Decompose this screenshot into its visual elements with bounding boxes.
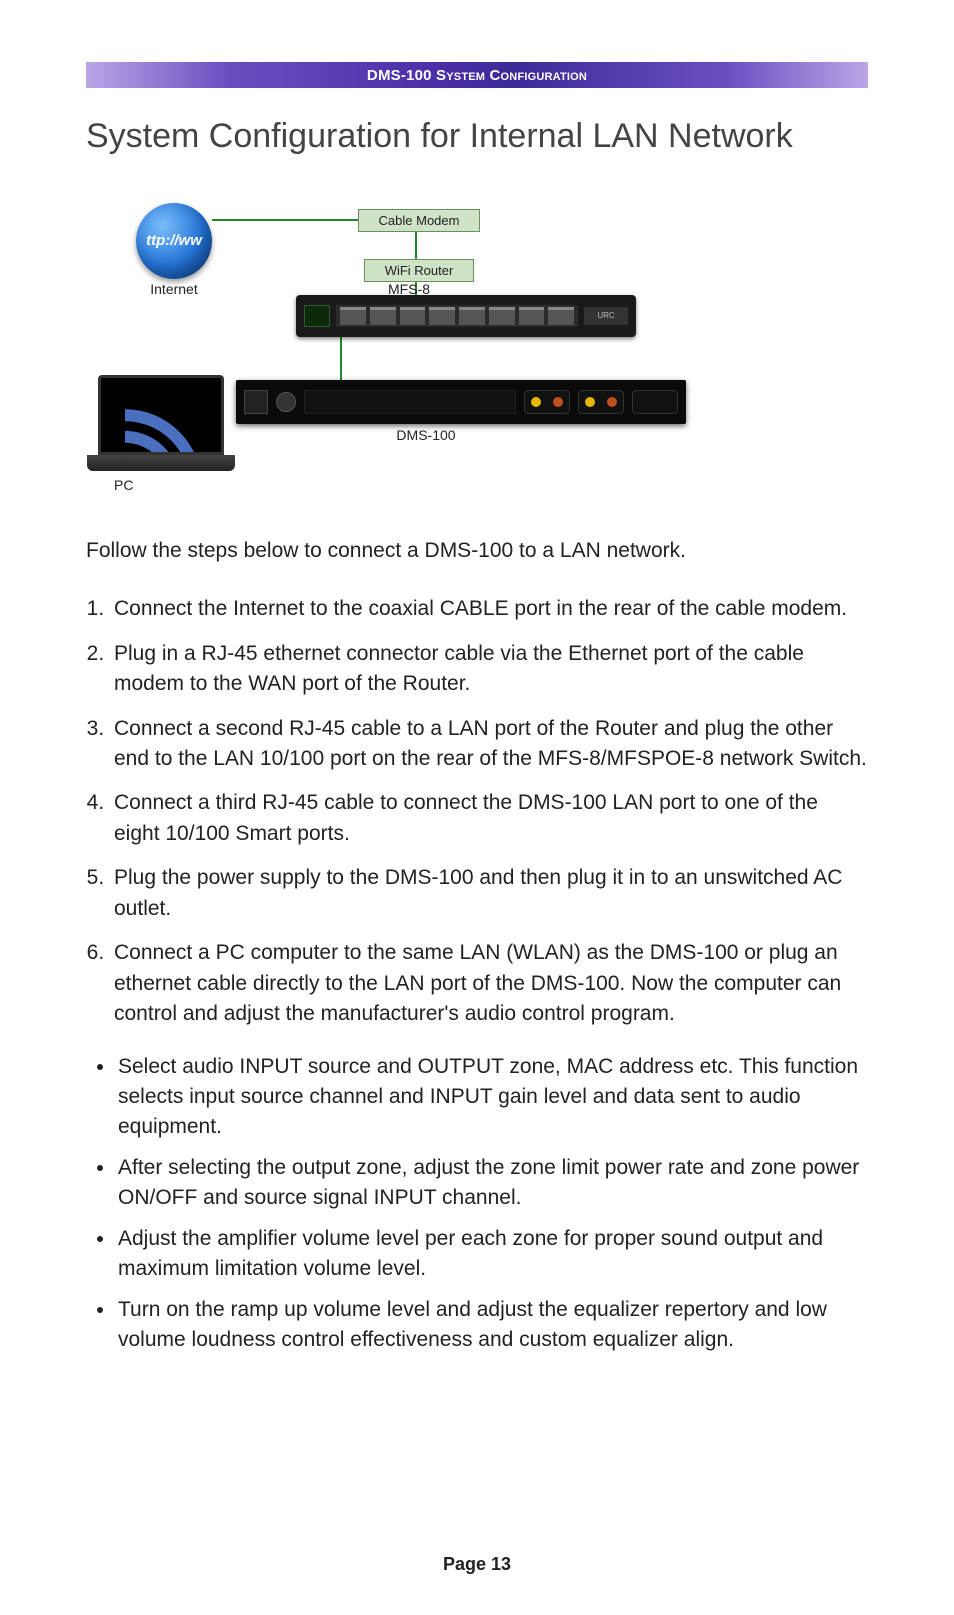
globe-overlay-text: ttp://ww [146,232,202,249]
wifi-router-box: WiFi Router [364,259,474,282]
step-item: Plug in a RJ-45 ethernet connector cable… [110,639,868,700]
cable-modem-box: Cable Modem [358,209,480,232]
step-item: Connect a second RJ-45 cable to a LAN po… [110,714,868,775]
pc-label: PC [114,477,133,493]
dms-100-amp-icon [236,380,686,424]
bullet-list: Select audio INPUT source and OUTPUT zon… [86,1052,868,1356]
bullet-item: After selecting the output zone, adjust … [116,1153,868,1214]
intro-paragraph: Follow the steps below to connect a DMS-… [86,535,868,567]
section-header-bar: DMS-100 System Configuration [86,62,868,88]
step-item: Connect the Internet to the coaxial CABL… [110,594,868,624]
page-title: System Configuration for Internal LAN Ne… [86,116,868,157]
laptop-icon [86,375,236,475]
internet-label: Internet [144,281,204,297]
section-header-text: DMS-100 System Configuration [367,67,587,84]
bullet-item: Turn on the ramp up volume level and adj… [116,1295,868,1356]
network-switch-icon: URC [296,295,636,337]
bullet-item: Select audio INPUT source and OUTPUT zon… [116,1052,868,1143]
bullet-item: Adjust the amplifier volume level per ea… [116,1224,868,1285]
network-diagram: ttp://ww Internet Cable Modem WiFi Route… [86,185,696,495]
steps-list: Connect the Internet to the coaxial CABL… [86,594,868,1029]
amp-label: DMS-100 [386,427,466,443]
page-number: Page 13 [443,1554,511,1574]
internet-globe-icon: ttp://ww [136,203,212,279]
step-item: Connect a third RJ-45 cable to connect t… [110,788,868,849]
page-footer: Page 13 [0,1554,954,1575]
step-item: Plug the power supply to the DMS-100 and… [110,863,868,924]
step-item: Connect a PC computer to the same LAN (W… [110,938,868,1029]
wifi-signal-icon [101,378,221,455]
